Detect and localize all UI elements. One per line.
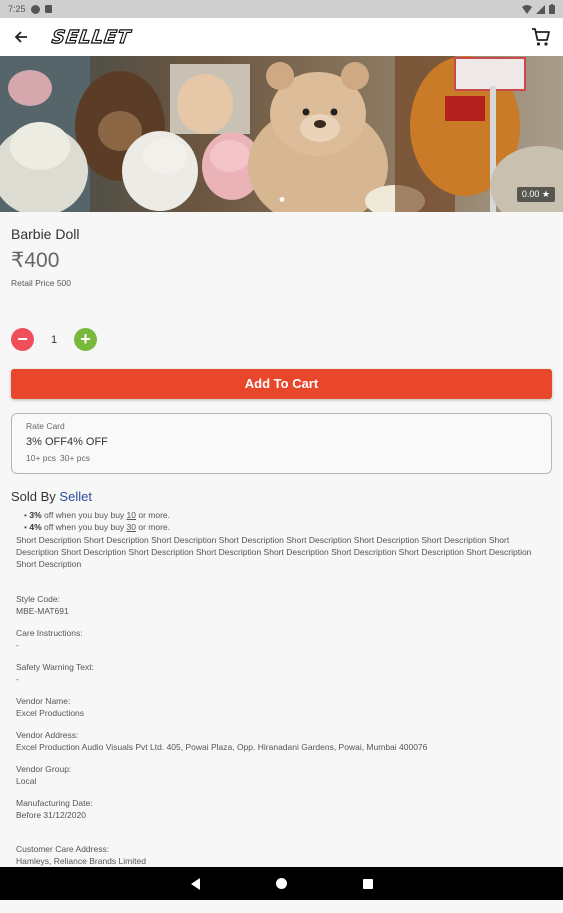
detail-vendor-name: Vendor Name: Excel Productions xyxy=(16,696,85,718)
back-button[interactable] xyxy=(10,26,32,48)
sold-by-label: Sold By xyxy=(11,489,60,504)
sim-icon xyxy=(44,5,52,13)
app-bar: SELLET xyxy=(0,18,563,56)
arrow-left-icon xyxy=(14,31,27,43)
add-to-cart-button[interactable]: Add To Cart xyxy=(11,369,552,399)
status-bar: 7:25 xyxy=(0,0,563,18)
nav-recents-icon[interactable] xyxy=(362,878,373,889)
short-description: Short Description Short Description Shor… xyxy=(16,535,532,569)
rate-card-pcs: 30+ pcs xyxy=(60,453,91,463)
rate-card-pcs: 10+ pcs xyxy=(26,453,57,463)
detail-vendor-address: Vendor Address: Excel Production Audio Vi… xyxy=(16,730,428,752)
product-details: Barbie Doll ₹400 Retail Price 500 − 1 + … xyxy=(0,212,563,913)
wifi-icon xyxy=(522,4,532,14)
nav-home-icon[interactable] xyxy=(275,878,287,889)
carousel-indicator xyxy=(279,197,284,202)
rating-badge: 0.00 ★ xyxy=(516,187,555,202)
rate-card-quantities: 10+ pcs 30+ pcs xyxy=(26,453,537,463)
sync-icon xyxy=(30,4,40,14)
retail-price: Retail Price 500 xyxy=(11,278,72,288)
cart-button[interactable] xyxy=(529,25,553,49)
offer-list: 3% off when you buy buy 10 or more. 4% o… xyxy=(11,509,552,533)
increase-quantity-button[interactable]: + xyxy=(74,328,97,351)
detail-style-code: Style Code: MBE-MAT691 xyxy=(16,594,69,616)
carousel-dot xyxy=(279,197,284,202)
detail-care-instructions: Care Instructions: - xyxy=(16,628,83,650)
rate-card: Rate Card 3% OFF 4% OFF 10+ pcs 30+ pcs xyxy=(11,413,552,474)
offer-item: 3% off when you buy buy 10 or more. xyxy=(24,509,552,521)
rate-card-title: Rate Card xyxy=(26,421,65,431)
cart-icon xyxy=(532,28,550,46)
rate-card-offer: 4% OFF xyxy=(66,436,108,448)
signal-icon xyxy=(536,4,545,14)
quantity-stepper: − 1 + xyxy=(11,328,552,351)
system-nav-bar xyxy=(0,867,563,900)
detail-vendor-group: Vendor Group: Local xyxy=(16,764,72,786)
detail-list: Style Code: MBE-MAT691 Care Instructions:… xyxy=(11,593,552,903)
app-logo: SELLET xyxy=(50,26,133,48)
seller-link[interactable]: Sellet xyxy=(59,489,92,504)
product-title: Barbie Doll xyxy=(11,226,80,242)
offer-item: 4% off when you buy buy 30 or more. xyxy=(24,521,552,533)
status-time: 7:25 xyxy=(8,4,26,14)
battery-icon xyxy=(549,4,555,14)
rate-card-offer: 3% OFF xyxy=(26,436,67,448)
product-image-carousel[interactable]: 0.00 ★ xyxy=(0,56,563,212)
quantity-value: 1 xyxy=(50,333,58,346)
product-price: ₹400 xyxy=(11,249,60,272)
nav-back-icon[interactable] xyxy=(190,877,200,890)
product-photo xyxy=(0,56,563,212)
detail-safety-warning: Safety Warning Text: - xyxy=(16,662,94,684)
detail-manufacturing-date: Manufacturing Date: Before 31/12/2020 xyxy=(16,798,93,820)
rate-card-offers: 3% OFF 4% OFF xyxy=(26,436,537,448)
sold-by: Sold By Sellet xyxy=(11,489,552,504)
decrease-quantity-button[interactable]: − xyxy=(11,328,34,351)
